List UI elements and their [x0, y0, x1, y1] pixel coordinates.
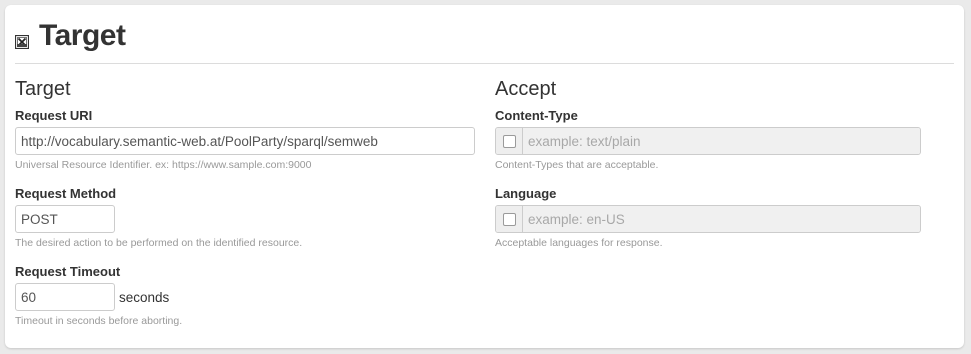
request-uri-help: Universal Resource Identifier. ex: https… — [15, 159, 312, 171]
collapse-toggle-icon[interactable] — [14, 34, 30, 50]
language-label: Language — [495, 186, 557, 201]
request-timeout-field: Request Timeout seconds Timeout in secon… — [15, 264, 485, 328]
language-input[interactable] — [523, 206, 920, 232]
language-checkbox[interactable] — [502, 212, 516, 226]
request-method-field: Request Method The desired action to be … — [15, 186, 485, 250]
target-panel: Target Target Request URI Universal Reso… — [5, 5, 964, 348]
language-field: Language Acceptable languages for respon… — [495, 186, 925, 250]
request-method-help: The desired action to be performed on th… — [15, 237, 303, 249]
request-uri-field: Request URI Universal Resource Identifie… — [15, 108, 485, 172]
content-type-input[interactable] — [523, 128, 920, 154]
content-type-checkbox[interactable] — [502, 134, 516, 148]
page-title: Target — [39, 19, 126, 52]
content-type-label: Content-Type — [495, 108, 578, 123]
target-section-title: Target — [15, 78, 71, 100]
request-timeout-label: Request Timeout — [15, 264, 121, 279]
accept-column: Accept Content-Type Content-Types that a… — [495, 77, 925, 264]
language-help: Acceptable languages for response. — [495, 237, 663, 249]
language-checkbox-addon — [496, 206, 523, 232]
accept-section-title: Accept — [495, 78, 557, 100]
content-type-input-group — [495, 127, 921, 155]
request-method-label: Request Method — [15, 186, 117, 201]
request-uri-input[interactable] — [15, 127, 475, 155]
request-uri-label: Request URI — [15, 108, 93, 123]
timeout-unit-label: seconds — [119, 289, 170, 305]
panel-header: Target — [14, 19, 954, 64]
request-timeout-help: Timeout in seconds before aborting. — [15, 315, 183, 327]
language-input-group — [495, 205, 921, 233]
target-column: Target Request URI Universal Resource Id… — [15, 77, 485, 342]
request-method-input[interactable] — [15, 205, 115, 233]
content-type-field: Content-Type Content-Types that are acce… — [495, 108, 925, 172]
content-type-help: Content-Types that are acceptable. — [495, 159, 659, 171]
content-type-checkbox-addon — [496, 128, 523, 154]
request-timeout-input[interactable] — [15, 283, 115, 311]
